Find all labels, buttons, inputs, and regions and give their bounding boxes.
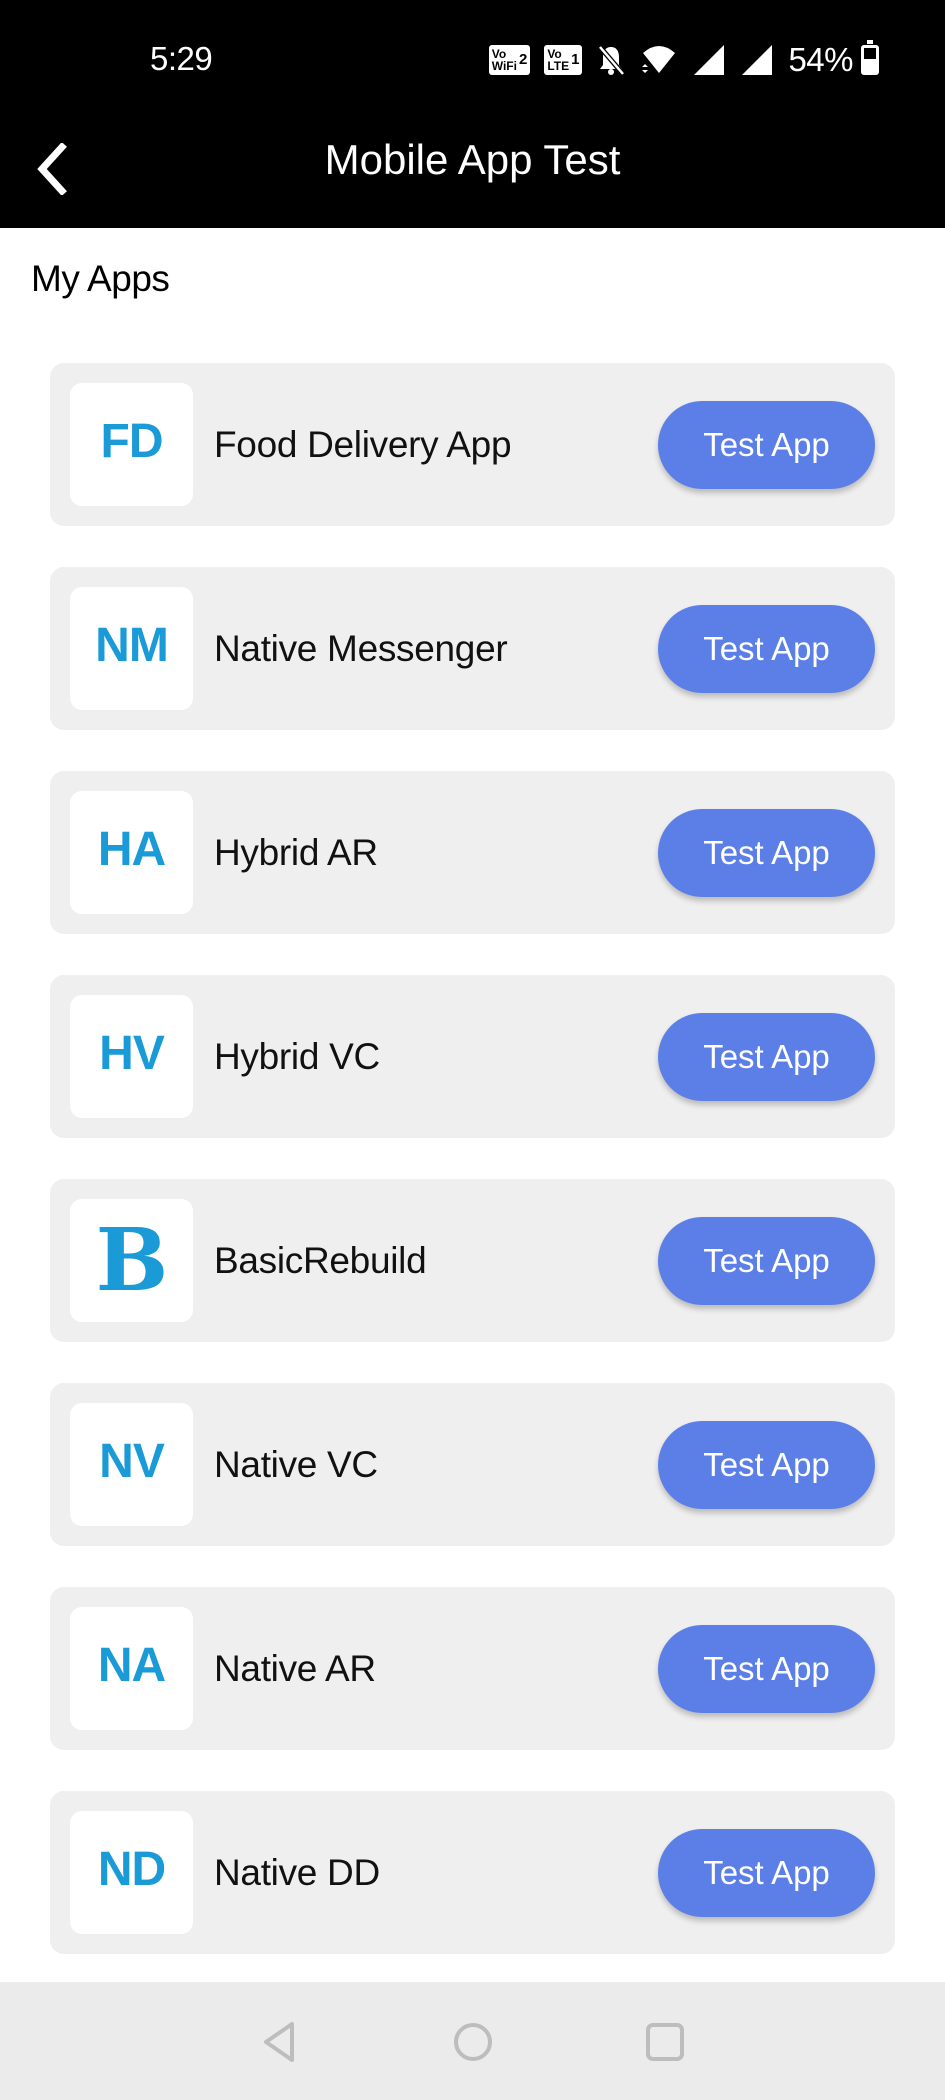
test-app-button[interactable]: Test App (658, 1829, 875, 1917)
status-time: 5:29 (150, 40, 213, 77)
app-icon: FD (70, 383, 193, 506)
app-name: Hybrid AR (214, 831, 378, 873)
status-icons: Vo WiFi 2 Vo LTE 1 54% (488, 40, 879, 80)
app-card: B BasicRebuild Test App (50, 1179, 895, 1342)
bell-off-icon (598, 45, 626, 76)
section-title: My Apps (31, 258, 170, 299)
nav-recents-button[interactable] (640, 2018, 690, 2066)
test-app-button[interactable]: Test App (658, 1217, 875, 1305)
app-card: NA Native AR Test App (50, 1587, 895, 1750)
signal-icon (694, 45, 725, 75)
app-name: Food Delivery App (214, 423, 512, 465)
nav-home-button[interactable] (448, 2018, 498, 2066)
app-icon: B (70, 1199, 193, 1322)
app-name: Native Messenger (214, 627, 508, 669)
app-bar: Mobile App Test (0, 110, 945, 228)
test-app-button[interactable]: Test App (658, 1421, 875, 1509)
battery-icon (861, 40, 879, 75)
volte-sim: 1 (571, 51, 580, 68)
app-card: HV Hybrid VC Test App (50, 975, 895, 1138)
battery-fill (864, 59, 876, 72)
vowifi-sim: 2 (518, 51, 528, 68)
status-bar: 5:29 Vo WiFi 2 Vo LTE 1 54% (0, 0, 945, 110)
signal-icon (742, 45, 773, 75)
vowifi-icon: Vo WiFi 2 (488, 45, 531, 75)
app-card: ND Native DD Test App (50, 1791, 895, 1954)
app-icon: ND (70, 1811, 193, 1934)
app-card: FD Food Delivery App Test App (50, 363, 895, 526)
home-circle-icon (454, 2023, 492, 2061)
test-app-button[interactable]: Test App (658, 1013, 875, 1101)
test-app-button[interactable]: Test App (658, 605, 875, 693)
nav-back-button[interactable] (255, 2018, 305, 2066)
app-list: FD Food Delivery App Test App NM Native … (50, 363, 895, 1995)
app-card: NM Native Messenger Test App (50, 567, 895, 730)
page-title: Mobile App Test (324, 136, 621, 183)
app-icon: NV (70, 1403, 193, 1526)
wifi-icon (642, 46, 676, 73)
app-name: Native DD (214, 1851, 380, 1893)
test-app-button[interactable]: Test App (658, 1625, 875, 1713)
volte-bottom: LTE (547, 59, 570, 73)
app-icon: HV (70, 995, 193, 1118)
volte-icon: Vo LTE 1 (544, 45, 583, 75)
test-app-button[interactable]: Test App (658, 809, 875, 897)
app-card: NV Native VC Test App (50, 1383, 895, 1546)
app-name: Native AR (214, 1647, 376, 1689)
app-name: Native VC (214, 1443, 378, 1485)
app-icon: NA (70, 1607, 193, 1730)
recents-square-icon (646, 2023, 684, 2061)
app-card: HA Hybrid AR Test App (50, 771, 895, 934)
system-nav-bar (0, 1982, 945, 2100)
battery-percent: 54% (788, 41, 853, 78)
app-icon: HA (70, 791, 193, 914)
app-name: Hybrid VC (214, 1035, 380, 1077)
app-name: BasicRebuild (214, 1239, 427, 1281)
app-icon: NM (70, 587, 193, 710)
back-triangle-icon (264, 2022, 294, 2062)
vowifi-bottom: WiFi (491, 59, 517, 73)
test-app-button[interactable]: Test App (658, 401, 875, 489)
